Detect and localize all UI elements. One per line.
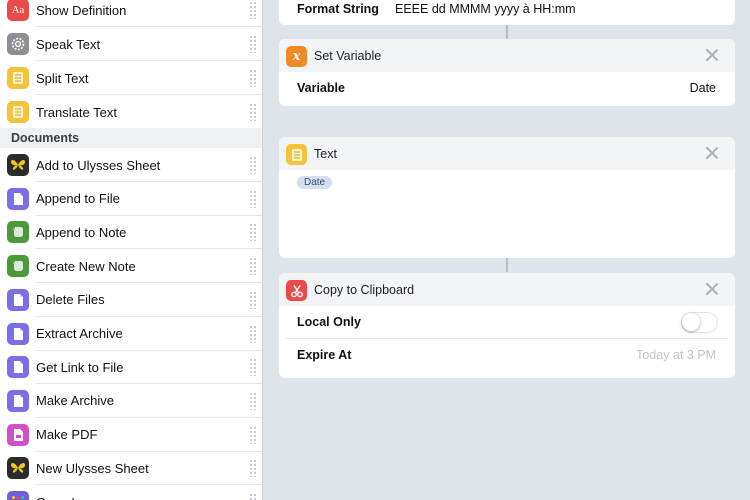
- variable-field[interactable]: Variable Date: [286, 72, 728, 105]
- drag-handle-icon[interactable]: [249, 35, 257, 53]
- gear-icon: [7, 33, 29, 55]
- sidebar-item-label: Translate Text: [36, 104, 117, 120]
- apps-icon: [7, 491, 29, 500]
- sidebar-item-speak-text[interactable]: Speak Text: [0, 27, 262, 61]
- file-icon: [7, 288, 29, 311]
- file-icon: [7, 389, 29, 412]
- drag-handle-icon[interactable]: [249, 425, 257, 444]
- section-header-documents: Documents: [0, 128, 262, 148]
- format-string-field[interactable]: Format String EEEE dd MMMM yyyy à HH:mm: [286, 0, 728, 25]
- file-icon: [7, 187, 29, 210]
- sidebar-item-label: Extract Archive: [36, 326, 123, 341]
- file-icon: [7, 356, 29, 379]
- format-date-card: Format String EEEE dd MMMM yyyy à HH:mm: [279, 0, 735, 25]
- drag-handle-icon[interactable]: [249, 189, 257, 208]
- actions-sidebar: Aa Show Definition Speak Text Split Text Tra…: [0, 0, 263, 500]
- sidebar-item-label: Add to Ulysses Sheet: [36, 157, 161, 173]
- pdf-icon: [7, 423, 29, 446]
- sidebar-item-new-ulysses-sheet[interactable]: New Ulysses Sheet: [0, 451, 262, 486]
- flow-connector: [506, 258, 508, 272]
- drag-handle-icon[interactable]: [249, 69, 257, 87]
- text-icon: [286, 144, 307, 165]
- sidebar-item-label: Create New Note: [36, 258, 136, 274]
- ulysses-icon: [7, 457, 29, 480]
- sidebar-item-label: Make Archive: [36, 393, 115, 409]
- close-icon[interactable]: [705, 146, 719, 160]
- sidebar-item-label: Append to Note: [36, 224, 127, 240]
- sidebar-item-add-to-ulysses-sheet[interactable]: Add to Ulysses Sheet: [0, 148, 262, 182]
- set-variable-card: x Set Variable Variable Date: [279, 39, 735, 106]
- drag-handle-icon[interactable]: [249, 493, 257, 500]
- sidebar-item-label: Append to File: [36, 191, 120, 207]
- sidebar-item-extract-archive[interactable]: Extract Archive: [0, 317, 262, 351]
- copy-to-clipboard-card: Copy to Clipboard Local Only Expire At T…: [279, 273, 735, 378]
- card-header: x Set Variable: [279, 39, 735, 72]
- sidebar-item-open-in[interactable]: Open In...: [0, 485, 262, 500]
- variable-icon: x: [286, 46, 307, 67]
- card-title: Copy to Clipboard: [314, 283, 415, 297]
- sidebar-item-label: Speak Text: [36, 36, 101, 52]
- drag-handle-icon[interactable]: [249, 290, 257, 309]
- card-title: Set Variable: [314, 49, 382, 63]
- sidebar-item-label: Delete Files: [36, 292, 105, 308]
- section-title: Documents: [11, 131, 80, 145]
- drag-handle-icon[interactable]: [249, 103, 257, 121]
- expire-at-field[interactable]: Expire At Today at 3 PM: [286, 339, 728, 372]
- sidebar-item-label: Show Definition: [36, 2, 127, 18]
- sidebar-item-label: New Ulysses Sheet: [36, 460, 149, 476]
- text-area[interactable]: Date: [286, 170, 728, 256]
- sidebar-item-make-archive[interactable]: Make Archive: [0, 384, 262, 418]
- expire-at-label: Expire At: [297, 348, 352, 362]
- evernote-icon: [7, 255, 29, 278]
- text-card: Text Date: [279, 137, 735, 258]
- text-icon: [7, 67, 29, 89]
- variable-label: Variable: [297, 81, 345, 95]
- sidebar-item-split-text[interactable]: Split Text: [0, 61, 262, 95]
- sidebar-item-translate-text[interactable]: Translate Text: [0, 95, 262, 129]
- drag-handle-icon[interactable]: [249, 1, 257, 19]
- drag-handle-icon[interactable]: [249, 223, 257, 242]
- sidebar-item-delete-files[interactable]: Delete Files: [0, 283, 262, 317]
- drag-handle-icon[interactable]: [249, 324, 257, 343]
- sidebar-item-label: Make PDF: [36, 427, 98, 443]
- format-string-label: Format String: [297, 2, 379, 16]
- sidebar-item-create-new-note[interactable]: Create New Note: [0, 249, 262, 284]
- flow-connector: [506, 25, 508, 39]
- local-only-toggle[interactable]: [681, 312, 718, 333]
- card-header: Copy to Clipboard: [279, 273, 735, 306]
- sidebar-item-get-link-to-file[interactable]: Get Link to File: [0, 350, 262, 385]
- close-icon[interactable]: [705, 48, 719, 62]
- card-header: Text: [279, 137, 735, 170]
- sidebar-item-label: Split Text: [36, 70, 89, 86]
- variable-value[interactable]: Date: [690, 81, 716, 95]
- drag-handle-icon[interactable]: [249, 358, 257, 377]
- sidebar-item-make-pdf[interactable]: Make PDF: [0, 418, 262, 452]
- drag-handle-icon[interactable]: [249, 459, 257, 478]
- toggle-knob: [682, 313, 700, 331]
- sidebar-item-show-definition[interactable]: Aa Show Definition: [0, 0, 262, 27]
- drag-handle-icon[interactable]: [249, 391, 257, 410]
- card-title: Text: [314, 147, 337, 161]
- variable-token[interactable]: Date: [297, 176, 333, 189]
- evernote-icon: [7, 221, 29, 244]
- close-icon[interactable]: [705, 282, 719, 296]
- drag-handle-icon[interactable]: [249, 257, 257, 276]
- local-only-label: Local Only: [297, 315, 361, 329]
- sidebar-item-append-to-note[interactable]: Append to Note: [0, 215, 262, 250]
- file-icon: [7, 322, 29, 345]
- sidebar-item-append-to-file[interactable]: Append to File: [0, 182, 262, 216]
- scissors-icon: [286, 280, 307, 301]
- sidebar-item-label: Get Link to File: [36, 359, 124, 375]
- drag-handle-icon[interactable]: [249, 156, 257, 174]
- expire-at-placeholder[interactable]: Today at 3 PM: [636, 348, 716, 362]
- ulysses-icon: [7, 154, 29, 176]
- format-string-value[interactable]: EEEE dd MMMM yyyy à HH:mm: [395, 2, 576, 16]
- text-icon: [7, 101, 29, 123]
- local-only-field: Local Only: [286, 306, 728, 339]
- sidebar-item-label: Open In...: [36, 495, 93, 500]
- dictionary-icon: Aa: [7, 0, 29, 21]
